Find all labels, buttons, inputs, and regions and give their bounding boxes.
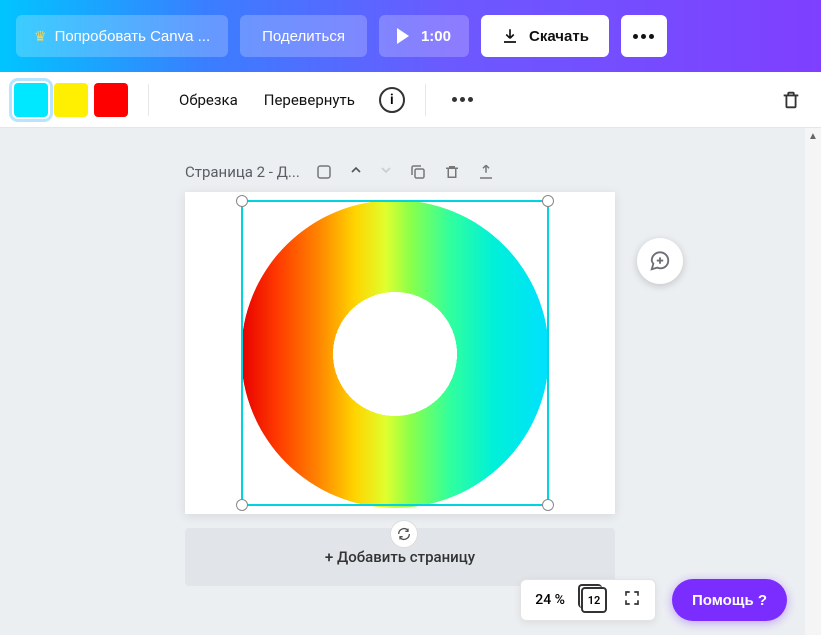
page-canvas[interactable]	[185, 192, 615, 514]
fullscreen-button[interactable]	[623, 589, 641, 611]
share-button[interactable]: Поделиться	[240, 15, 367, 57]
zoom-control: 24 % 12	[520, 579, 656, 621]
color-swatch-3[interactable]	[94, 83, 128, 117]
toolbar-more-button[interactable]	[446, 79, 480, 121]
color-swatch-1[interactable]	[14, 83, 48, 117]
top-bar: ♛ Попробовать Canva ... Поделиться 1:00 …	[0, 0, 821, 72]
canvas-area[interactable]: Страница 2 - Д... + Добавить страницу 24…	[0, 128, 805, 635]
selection-box[interactable]	[241, 200, 549, 506]
bottom-bar: 24 % 12 Помощь ?	[520, 579, 787, 621]
more-button[interactable]	[621, 15, 667, 57]
play-button[interactable]: 1:00	[379, 15, 469, 57]
resize-handle-br[interactable]	[542, 499, 554, 511]
delete-button[interactable]	[775, 84, 807, 116]
flip-button[interactable]: Перевернуть	[254, 91, 365, 109]
page-down-button[interactable]	[378, 162, 394, 182]
crown-icon: ♛	[34, 28, 47, 45]
fullscreen-icon	[623, 589, 641, 607]
separator	[148, 84, 149, 116]
crop-button[interactable]: Обрезка	[169, 91, 248, 109]
export-icon[interactable]	[476, 162, 496, 182]
color-swatch-2[interactable]	[54, 83, 88, 117]
resize-handle-tr[interactable]	[542, 195, 554, 207]
scrollbar[interactable]: ▲	[805, 128, 821, 635]
duration-label: 1:00	[421, 28, 451, 45]
comment-icon	[649, 250, 671, 272]
page-header: Страница 2 - Д...	[185, 162, 496, 182]
separator	[425, 84, 426, 116]
delete-page-icon[interactable]	[442, 162, 462, 182]
duplicate-icon[interactable]	[408, 162, 428, 182]
comment-button[interactable]	[637, 238, 683, 284]
page-up-button[interactable]	[348, 162, 364, 182]
sync-icon	[396, 526, 412, 542]
play-icon	[397, 28, 409, 44]
sync-button[interactable]	[390, 520, 418, 548]
help-button[interactable]: Помощь ?	[672, 579, 787, 621]
tool-bar: Обрезка Перевернуть i	[0, 72, 821, 128]
page-count-button[interactable]: 12	[581, 587, 607, 613]
notes-icon[interactable]	[314, 162, 334, 182]
try-pro-label: Попробовать Canva ...	[55, 28, 211, 45]
trash-icon	[780, 89, 802, 111]
more-icon	[452, 97, 473, 102]
scroll-up-icon[interactable]: ▲	[805, 128, 821, 144]
download-icon	[501, 27, 519, 45]
more-icon	[633, 34, 654, 39]
resize-handle-bl[interactable]	[236, 499, 248, 511]
download-button[interactable]: Скачать	[481, 15, 609, 57]
resize-handle-tl[interactable]	[236, 195, 248, 207]
info-icon[interactable]: i	[379, 87, 405, 113]
zoom-value[interactable]: 24 %	[535, 592, 565, 608]
download-label: Скачать	[529, 28, 589, 45]
try-pro-button[interactable]: ♛ Попробовать Canva ...	[16, 15, 228, 57]
page-title[interactable]: Страница 2 - Д...	[185, 163, 300, 181]
